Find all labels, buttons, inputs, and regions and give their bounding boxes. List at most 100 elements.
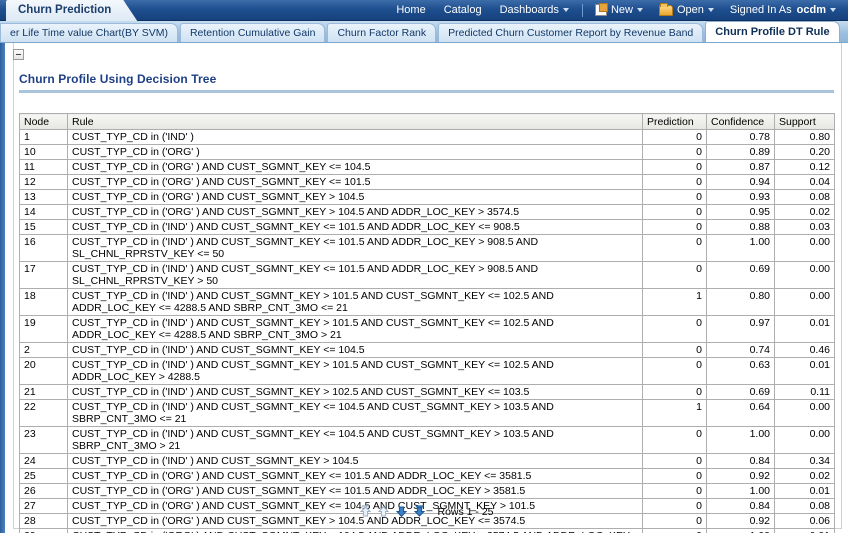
cell-node: 2 — [19, 342, 68, 358]
column-header-confidence[interactable]: Confidence — [706, 113, 775, 130]
cell-node: 22 — [19, 399, 68, 427]
table-row: 14 CUST_TYP_CD in ('ORG' ) AND CUST_SGMNT… — [19, 204, 835, 220]
more-tabs-button[interactable]: » — [842, 23, 848, 42]
table-row: 24 CUST_TYP_CD in ('IND' ) AND CUST_SGMNT… — [19, 453, 835, 469]
table-row: 2 CUST_TYP_CD in ('IND' ) AND CUST_SGMNT_… — [19, 342, 835, 358]
dashboard-title-tab[interactable]: Churn Prediction — [6, 0, 137, 21]
folder-open-icon — [658, 2, 673, 16]
collapse-section-toggle[interactable] — [13, 49, 24, 60]
table-row: 10 CUST_TYP_CD in ('ORG' ) 0 0.89 0.20 — [19, 144, 835, 160]
cell-confidence: 1.00 — [706, 234, 775, 262]
cell-node: 21 — [19, 384, 68, 400]
table-row: 25 CUST_TYP_CD in ('ORG' ) AND CUST_SGMNT… — [19, 468, 835, 484]
cell-rule: CUST_TYP_CD in ('IND' ) AND CUST_SGMNT_K… — [67, 357, 643, 385]
pagination-controls: Rows 1 - 25 — [5, 505, 848, 518]
cell-support: 0.02 — [774, 468, 835, 484]
cell-support: 0.80 — [774, 129, 835, 145]
previous-page-icon[interactable] — [377, 505, 390, 518]
tab-predicted-churn-customer-report[interactable]: Predicted Churn Customer Report by Reven… — [438, 23, 704, 42]
nav-link-dashboards[interactable]: Dashboards — [491, 0, 578, 21]
open-menu-button[interactable]: Open — [651, 0, 722, 21]
cell-support: 0.12 — [774, 159, 835, 175]
column-header-support[interactable]: Support — [774, 113, 835, 130]
table-body: 1 CUST_TYP_CD in ('IND' ) 0 0.78 0.80 10 CUST_… — [19, 129, 835, 533]
table-row: 19 CUST_TYP_CD in ('IND' ) AND CUST_SGMNT… — [19, 315, 835, 343]
cell-prediction: 0 — [642, 342, 707, 358]
cell-rule: CUST_TYP_CD in ('IND' ) AND CUST_SGMNT_K… — [67, 219, 643, 235]
table-row: 29CUST_TYP_CD in ('ORG' ) AND CUST_SGMNT… — [19, 528, 835, 533]
cell-prediction: 0 — [642, 468, 707, 484]
cell-prediction: 0 — [642, 261, 707, 289]
cell-support: 0.11 — [774, 384, 835, 400]
rows-range-label: Rows 1 - 25 — [437, 505, 494, 518]
cell-confidence: 0.92 — [706, 468, 775, 484]
cell-support: 0.00 — [774, 288, 835, 316]
next-page-icon[interactable] — [395, 505, 408, 518]
cell-prediction: 1 — [642, 288, 707, 316]
cell-support: 0.00 — [774, 399, 835, 427]
table-row: 1 CUST_TYP_CD in ('IND' ) 0 0.78 0.80 — [19, 129, 835, 145]
cell-prediction: 0 — [642, 219, 707, 235]
cell-support: 0.00 — [774, 261, 835, 289]
new-document-icon — [594, 3, 608, 16]
nav-link-home[interactable]: Home — [387, 0, 434, 21]
cell-node: 23 — [19, 426, 68, 454]
cell-support: 0.04 — [774, 174, 835, 190]
tab-retention-cumulative-gain[interactable]: Retention Cumulative Gain — [179, 23, 326, 42]
cell-confidence: 0.87 — [706, 159, 775, 175]
table-header-row: Node Rule Prediction Confidence Support — [19, 113, 835, 130]
cell-prediction: 0 — [642, 426, 707, 454]
cell-prediction: 0 — [642, 204, 707, 220]
results-table-container: Node Rule Prediction Confidence Support … — [19, 113, 835, 533]
table-row: 17 CUST_TYP_CD in ('IND' ) AND CUST_SGMNT… — [19, 261, 835, 289]
cell-prediction: 0 — [642, 189, 707, 205]
cell-confidence: 1.00 — [706, 483, 775, 499]
table-row: 13 CUST_TYP_CD in ('ORG' ) AND CUST_SGMNT… — [19, 189, 835, 205]
nav-link-catalog[interactable]: Catalog — [435, 0, 491, 21]
column-header-rule[interactable]: Rule — [67, 113, 643, 130]
chevron-down-icon — [636, 8, 643, 12]
cell-rule: CUST_TYP_CD in ('IND' ) AND CUST_SGMNT_K… — [67, 288, 643, 316]
cell-prediction: 0 — [642, 483, 707, 499]
cell-prediction: 0 — [642, 129, 707, 145]
cell-confidence: 1.00 — [706, 528, 775, 533]
cell-node: 13 — [19, 189, 68, 205]
dashboard-page: Churn Profile Using Decision Tree Node R… — [5, 43, 848, 533]
cell-support: 0.01 — [774, 315, 835, 343]
cell-rule: CUST_TYP_CD in ('IND' ) AND CUST_SGMNT_K… — [67, 234, 643, 262]
cell-rule: CUST_TYP_CD in ('IND' ) AND CUST_SGMNT_K… — [67, 399, 643, 427]
column-header-node[interactable]: Node — [19, 113, 68, 130]
cell-confidence: 0.88 — [706, 219, 775, 235]
signed-in-as-menu[interactable]: Signed In As ocdm — [722, 0, 844, 21]
churn-rule-table: Node Rule Prediction Confidence Support … — [19, 113, 835, 533]
tab-customer-life-time-value-chart[interactable]: er Life Time value Chart(BY SVM) — [0, 23, 178, 42]
last-page-icon[interactable] — [413, 505, 426, 518]
cell-prediction: 0 — [642, 174, 707, 190]
cell-node: 1 — [19, 129, 68, 145]
first-page-icon[interactable] — [359, 505, 372, 518]
new-menu-label: New — [610, 4, 633, 16]
cell-rule: CUST_TYP_CD in ('IND' ) — [67, 129, 643, 145]
cell-prediction: 0 — [642, 384, 707, 400]
cell-confidence: 0.94 — [706, 174, 775, 190]
cell-support: 0.00 — [774, 234, 835, 262]
cell-support: 0.01 — [774, 357, 835, 385]
table-row: 23 CUST_TYP_CD in ('IND' ) AND CUST_SGMNT… — [19, 426, 835, 454]
column-header-prediction[interactable]: Prediction — [642, 113, 707, 130]
cell-confidence: 0.69 — [706, 261, 775, 289]
report-title: Churn Profile Using Decision Tree — [19, 72, 217, 86]
cell-confidence: 0.80 — [706, 288, 775, 316]
cell-confidence: 0.64 — [706, 399, 775, 427]
table-header: Node Rule Prediction Confidence Support — [19, 113, 835, 130]
new-menu-button[interactable]: New — [587, 0, 651, 21]
cell-rule: CUST_TYP_CD in ('IND' ) AND CUST_SGMNT_K… — [67, 315, 643, 343]
open-menu-label: Open — [676, 4, 704, 16]
cell-rule: CUST_TYP_CD in ('ORG' ) AND CUST_SGMNT_K… — [67, 189, 643, 205]
tab-churn-factor-rank[interactable]: Churn Factor Rank — [327, 23, 437, 42]
cell-node: 20 — [19, 357, 68, 385]
table-row: 12 CUST_TYP_CD in ('ORG' ) AND CUST_SGMNT… — [19, 174, 835, 190]
cell-rule: CUST_TYP_CD in ('ORG' ) AND CUST_SGMNT_K… — [67, 528, 643, 533]
table-row: 18 CUST_TYP_CD in ('IND' ) AND CUST_SGMNT… — [19, 288, 835, 316]
tab-churn-profile-dt-rule[interactable]: Churn Profile DT Rule — [705, 21, 840, 42]
table-row: 22 CUST_TYP_CD in ('IND' ) AND CUST_SGMNT… — [19, 399, 835, 427]
